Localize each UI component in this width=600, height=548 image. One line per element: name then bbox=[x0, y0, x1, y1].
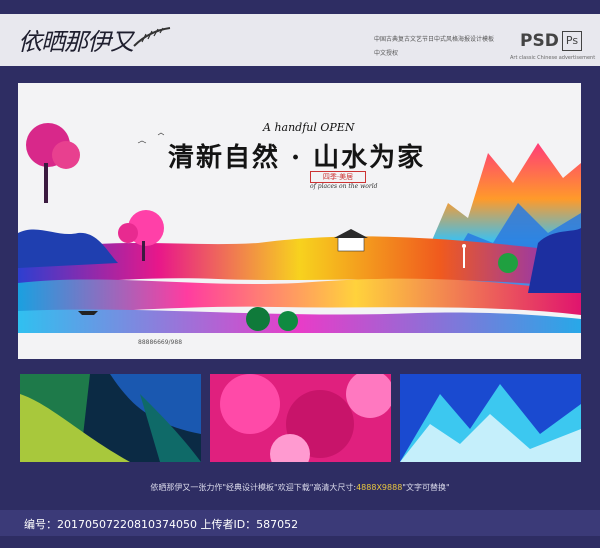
thumbnail-blue-mountain[interactable] bbox=[400, 374, 581, 462]
thumbnail-green-texture[interactable] bbox=[20, 374, 201, 462]
photoshop-icon: Ps bbox=[562, 31, 582, 51]
footer-note-size: 4888X9888 bbox=[356, 483, 403, 492]
header-band: 依晒那伊又 中国古典复古文艺节日中式风格海报设计模板 中文授权 PSD Ps A… bbox=[0, 0, 600, 66]
footer-note-pre: 依晒那伊又一张力作"经典设计模板"欢迎下载"高清大尺寸: bbox=[150, 483, 357, 492]
thumbnail-art bbox=[20, 374, 201, 462]
upload-id-line: 编号：20170507220810374050 上传者ID：587052 bbox=[24, 518, 299, 531]
brush-feather-icon bbox=[133, 27, 171, 47]
thumbnail-pink-blossom[interactable] bbox=[210, 374, 391, 462]
footer-note-post: "文字可替换" bbox=[402, 483, 450, 492]
header-stripe bbox=[0, 0, 600, 14]
headline-chinese: 清新自然 · 山水为家 bbox=[168, 143, 426, 173]
header-cn-line: 中国古典复古文艺节日中式风格海报设计模板 bbox=[374, 36, 495, 43]
thumbnail-art bbox=[400, 374, 581, 462]
signature-logo: 依晒那伊又 bbox=[18, 28, 134, 56]
footer-note: 依晒那伊又一张力作"经典设计模板"欢迎下载"高清大尺寸:4888X9888"文字… bbox=[0, 482, 600, 493]
header-sub-line: 中文授权 bbox=[374, 50, 399, 57]
thumbnail-art bbox=[210, 374, 391, 462]
seal-stamp: 四季·美居 bbox=[310, 171, 366, 183]
headline-english: A handful OPEN bbox=[263, 121, 355, 134]
subhead-english: of places on the world bbox=[310, 183, 378, 190]
psd-label: PSD bbox=[520, 31, 559, 51]
header-eng-line: Art classic Chinese advertisement bbox=[510, 55, 596, 61]
hotline-number: 88886669/988 bbox=[138, 339, 183, 346]
poster-preview: A handful OPEN 清新自然 · 山水为家 四季·美居 of plac… bbox=[18, 83, 581, 359]
